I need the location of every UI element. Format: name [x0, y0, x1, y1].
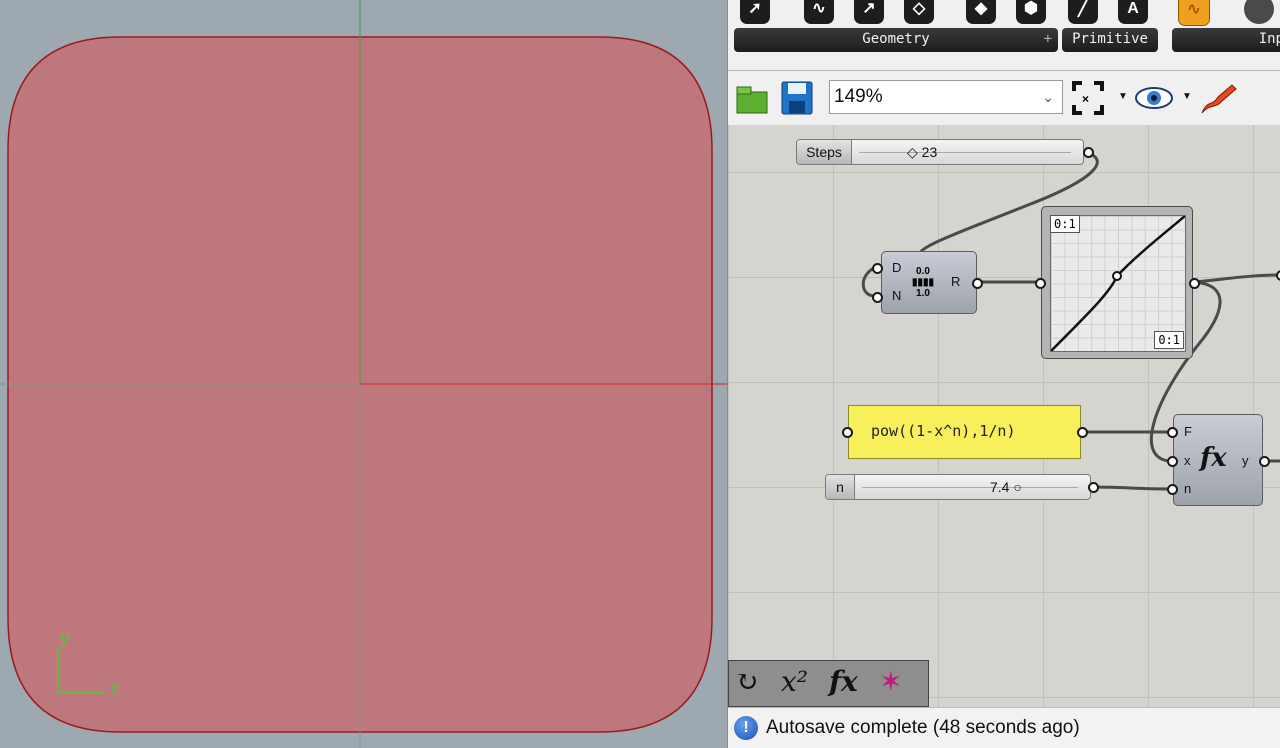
power-icon[interactable]: x²	[781, 665, 808, 698]
graph-mapper-icon[interactable]: ∿	[1178, 0, 1210, 26]
expression-toolbar: ↻ x² fx ✶	[728, 660, 929, 707]
n-value-text: 7.4	[990, 479, 1010, 495]
text-icon[interactable]: A	[1118, 0, 1148, 24]
axis-x-label: x	[110, 678, 119, 698]
svg-text:×: ×	[1082, 92, 1089, 106]
slider-handle-icon[interactable]: ○	[1013, 479, 1021, 495]
graph-input-grip[interactable]	[1035, 278, 1046, 289]
grasshopper-panel: ➚ ∿ ↗ ◇ ◆ ⬢ Geometry + ╱ A Primitive ∿ I…	[727, 0, 1280, 748]
panel-input-grip[interactable]	[842, 427, 853, 438]
graph-y-domain[interactable]: 0:1	[1154, 331, 1184, 349]
preview-dropdown-icon[interactable]: ▼	[1182, 91, 1192, 102]
steps-slider-name: Steps	[797, 140, 852, 164]
input-n-label[interactable]: n	[1184, 481, 1191, 496]
ribbon-group-geometry: ➚ ∿ ↗ ◇ ◆ ⬢ Geometry +	[734, 0, 1058, 54]
function-icon[interactable]: fx	[829, 665, 858, 698]
status-message: Autosave complete (48 seconds ago)	[766, 717, 1080, 738]
sketch-pen-icon[interactable]	[1198, 79, 1237, 117]
range-icon: 0.0 ▮▮▮▮ 1.0	[912, 266, 935, 299]
slider-track	[862, 487, 1078, 488]
component-ribbon: ➚ ∿ ↗ ◇ ◆ ⬢ Geometry + ╱ A Primitive ∿ I…	[728, 0, 1280, 71]
input-f-label[interactable]: F	[1184, 424, 1192, 439]
slider-track	[859, 152, 1071, 153]
function-icon: fx	[1200, 443, 1227, 473]
n-slider[interactable]: n 7.4 ○	[825, 474, 1091, 500]
box-icon[interactable]: ◆	[966, 0, 996, 24]
open-file-icon[interactable]	[734, 79, 770, 117]
n-slider-value[interactable]: 7.4 ○	[990, 475, 1022, 499]
zoom-extents-icon[interactable]: ×	[1070, 79, 1106, 117]
gh-canvas[interactable]: Steps ◇ 23 D N 0.0 ▮▮▮▮ 1.0 R 0:1 0:1 po…	[728, 125, 1280, 707]
info-icon[interactable]: !	[734, 716, 758, 740]
eval-input-grip-n[interactable]	[1167, 484, 1178, 495]
output-grip[interactable]	[1083, 147, 1094, 158]
boolean-icon[interactable]: ╱	[1068, 0, 1098, 24]
canvas-toolbar: 149% ⌄ × ▼ ▼	[728, 71, 1280, 126]
slider-handle-icon[interactable]: ◇	[907, 144, 918, 160]
eval-input-grip-f[interactable]	[1167, 427, 1178, 438]
zoom-value: 149%	[834, 86, 883, 107]
viewport-scene: x y	[0, 0, 727, 748]
eval-output-grip-y[interactable]	[1259, 456, 1270, 467]
range-icon-bottom: 1.0	[916, 288, 930, 299]
rhino-viewport[interactable]: x y	[0, 0, 727, 748]
n-slider-name: n	[826, 475, 855, 499]
ribbon-label-input[interactable]: Inp	[1172, 28, 1280, 52]
input-d-label[interactable]: D	[892, 260, 901, 275]
vector-icon[interactable]: ↗	[854, 0, 884, 24]
graph-output-grip[interactable]	[1189, 278, 1200, 289]
zoom-dropdown[interactable]: 149% ⌄	[829, 80, 1063, 114]
preview-eye-icon[interactable]	[1134, 79, 1173, 117]
ribbon-label-geometry[interactable]: Geometry +	[734, 28, 1058, 52]
steps-slider[interactable]: Steps ◇ 23	[796, 139, 1084, 165]
output-grip-r[interactable]	[972, 278, 983, 289]
output-r-label[interactable]: R	[951, 274, 960, 289]
curve-icon[interactable]: ∿	[804, 0, 834, 24]
expression-panel[interactable]: pow((1-x^n),1/n)	[848, 405, 1081, 459]
brep-icon[interactable]: ⬢	[1016, 0, 1046, 24]
range-icon-top: 0.0	[916, 266, 930, 277]
save-icon[interactable]	[779, 79, 815, 117]
range-component[interactable]: D N 0.0 ▮▮▮▮ 1.0 R	[881, 251, 977, 314]
ribbon-label-geometry-text: Geometry	[862, 31, 930, 47]
axis-y-label: y	[60, 627, 69, 647]
ribbon-group-primitive: ╱ A Primitive	[1062, 0, 1158, 54]
chevron-down-icon: ⌄	[1042, 89, 1054, 105]
ribbon-label-primitive[interactable]: Primitive	[1062, 28, 1158, 52]
input-x-label[interactable]: x	[1184, 453, 1191, 468]
input-grip-d[interactable]	[872, 263, 883, 274]
shuffle-icon[interactable]: ↻	[735, 665, 758, 698]
panel-output-grip[interactable]	[1077, 427, 1088, 438]
ribbon-group-input: ∿ Inp	[1172, 0, 1280, 54]
offscreen-grip[interactable]	[1276, 270, 1280, 281]
graph-mapper[interactable]: 0:1 0:1	[1041, 206, 1193, 359]
zoom-extents-dropdown-icon[interactable]: ▼	[1118, 91, 1128, 102]
output-y-label[interactable]: y	[1242, 453, 1249, 468]
n-output-grip[interactable]	[1088, 482, 1099, 493]
status-bar: ! Autosave complete (48 seconds ago)	[728, 707, 1280, 748]
input-grip-n[interactable]	[872, 292, 883, 303]
expression-text[interactable]: pow((1-x^n),1/n)	[871, 422, 1016, 440]
plane-icon[interactable]: ◇	[904, 0, 934, 24]
expand-icon[interactable]: +	[1044, 28, 1052, 50]
star-icon[interactable]: ✶	[879, 665, 902, 698]
steps-slider-value[interactable]: ◇ 23	[907, 140, 937, 164]
evaluate-component[interactable]: F x n fx y	[1173, 414, 1263, 506]
steps-value-text: 23	[921, 144, 938, 160]
point-icon[interactable]: ➚	[740, 0, 770, 24]
knob-icon[interactable]	[1244, 0, 1274, 24]
graph-x-domain[interactable]: 0:1	[1050, 215, 1080, 233]
input-n-label[interactable]: N	[892, 288, 901, 303]
eval-input-grip-x[interactable]	[1167, 456, 1178, 467]
